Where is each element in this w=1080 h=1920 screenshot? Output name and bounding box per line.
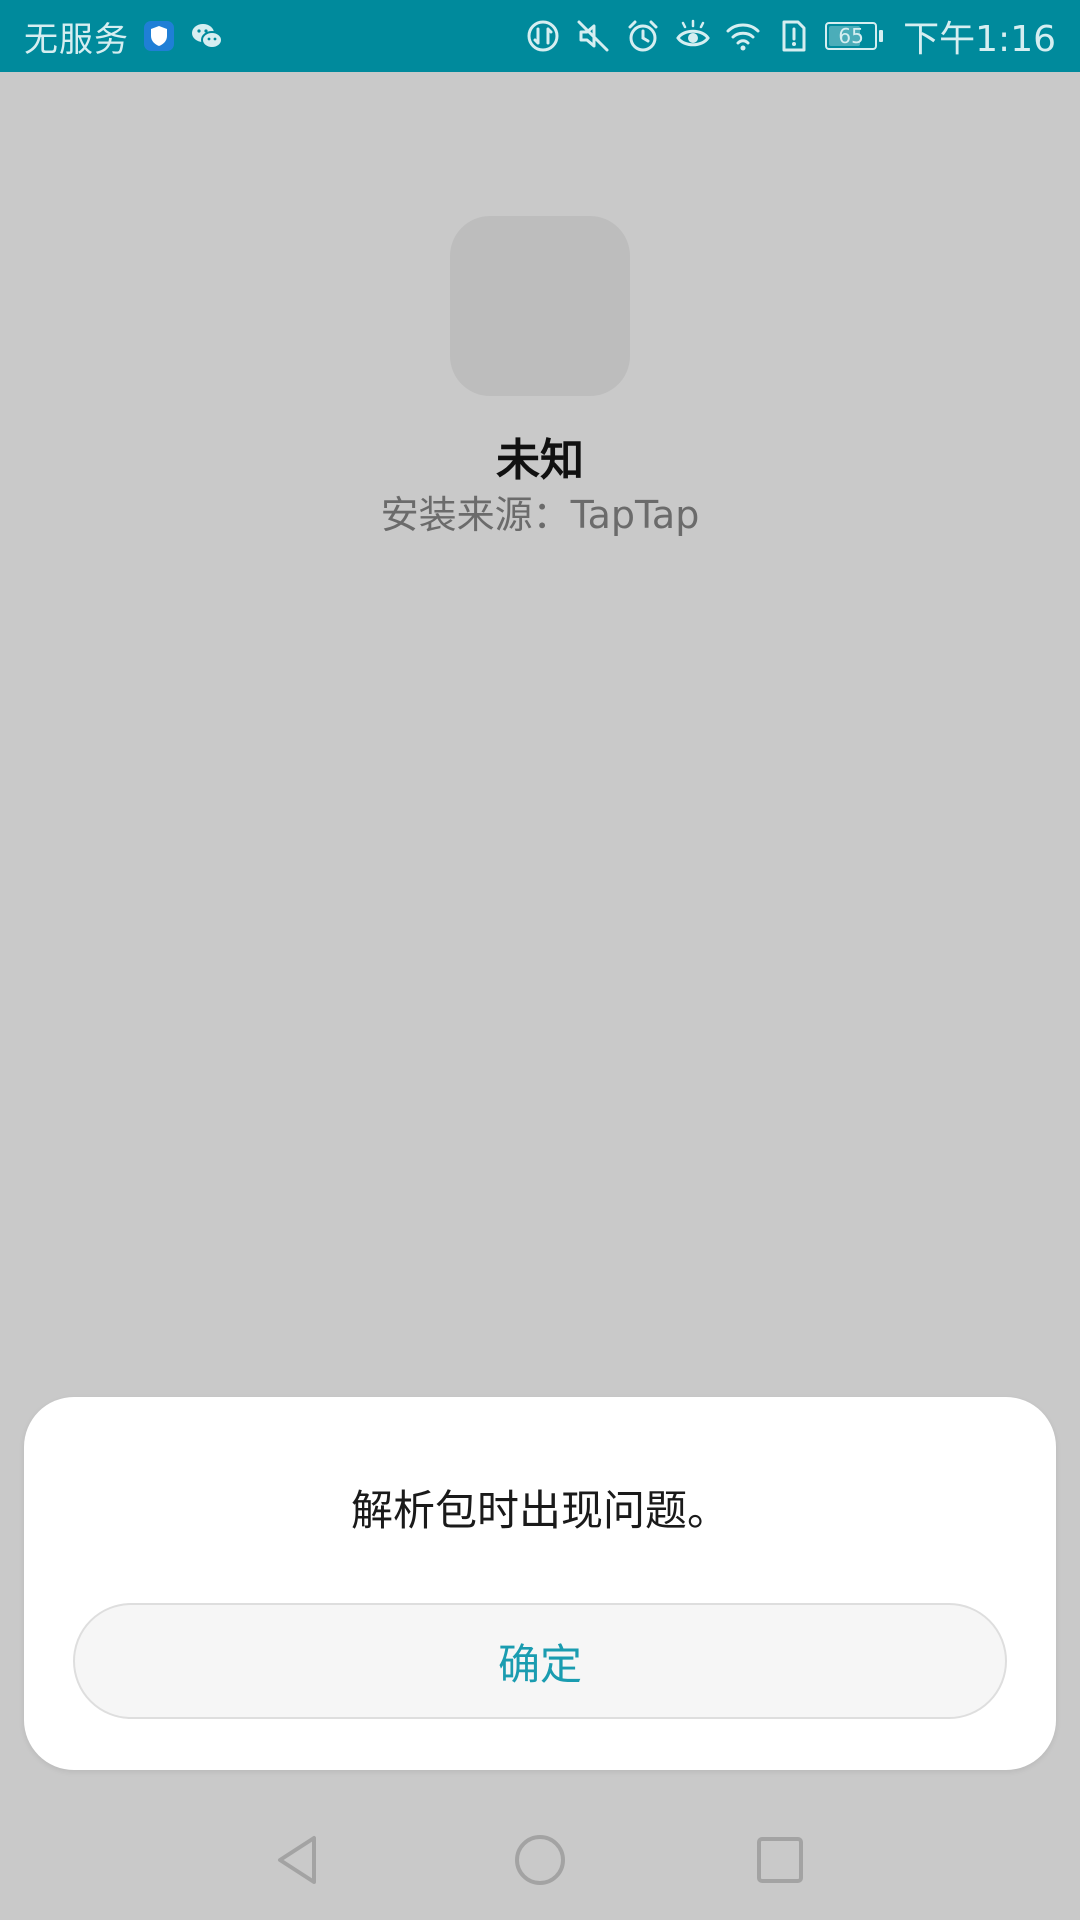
battery-body: 65 [825,22,878,50]
wechat-icon [189,18,225,54]
clock: 下午1:16 [903,19,1056,60]
navigation-bar [0,1800,1080,1920]
wifi-icon [725,18,761,54]
install-source: 安装来源：TapTap [380,493,700,537]
carrier-label: 无服务 [24,19,129,60]
error-dialog: 解析包时出现问题。 确定 [24,1397,1056,1770]
home-icon[interactable] [510,1830,570,1890]
status-left: 无服务 [24,12,525,61]
screen: 无服务 65 下午1:16 未知 安装来源：TapTap 解析包时出现问题。 确… [0,0,1080,1920]
data-saver-icon [525,18,561,54]
battery-icon: 65 [825,22,884,50]
status-right: 65 下午1:16 [525,10,1056,62]
app-name: 未知 [496,435,584,486]
back-icon[interactable] [270,1830,330,1890]
sim-alert-icon [775,18,811,54]
confirm-button[interactable]: 确定 [73,1603,1007,1719]
shield-icon [141,18,177,54]
eye-comfort-icon [675,18,711,54]
status-bar: 无服务 65 下午1:16 [0,0,1080,72]
mute-icon [575,18,611,54]
battery-level: 65 [838,24,864,48]
dialog-message: 解析包时出现问题。 [350,1486,729,1535]
alarm-icon [625,18,661,54]
battery-tip [879,30,884,42]
app-icon-placeholder [450,216,630,396]
recents-icon[interactable] [750,1830,810,1890]
